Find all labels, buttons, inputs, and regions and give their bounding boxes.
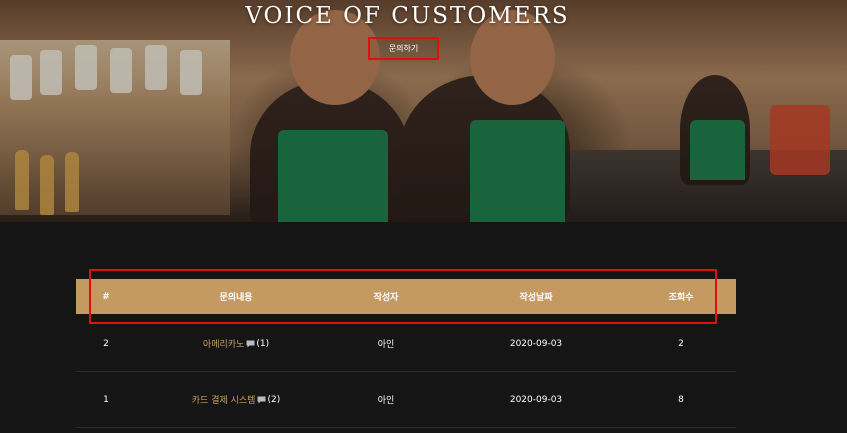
inquiry-button[interactable]: 문의하기 [368, 37, 439, 60]
row-title-cell: 아메리카노 (1) [176, 316, 296, 371]
header-title: 문의내용 [219, 293, 253, 303]
row-author: 아인 [377, 396, 395, 406]
row-number: 1 [103, 394, 109, 405]
row-author: 아인 [377, 340, 395, 350]
row-title-cell: 카드 결제 시스템 (2) [166, 372, 306, 427]
comment-icon [246, 340, 255, 348]
hero-overlay [0, 0, 847, 222]
row-date: 2020-09-03 [509, 338, 563, 349]
row-views: 2 [678, 338, 684, 349]
page-title: VOICE OF CUSTOMERS [245, 3, 570, 29]
comment-count: (2) [267, 394, 281, 405]
comment-icon [257, 396, 266, 404]
table-row: 1 카드 결제 시스템 (2) 아인 2020-09-03 8 [76, 372, 736, 428]
table-header: # 문의내용 작성자 작성날짜 조회수 [76, 279, 736, 314]
comment-count: (1) [256, 338, 270, 349]
row-title-link[interactable]: 아메리카노 [203, 337, 244, 350]
row-title-link[interactable]: 카드 결제 시스템 [192, 393, 256, 406]
header-date: 작성날짜 [519, 293, 553, 303]
row-date: 2020-09-03 [509, 394, 563, 405]
header-views: 조회수 [668, 293, 694, 303]
hero-banner [0, 0, 847, 222]
header-number: # [102, 291, 110, 302]
row-number: 2 [103, 338, 109, 349]
header-author: 작성자 [373, 293, 399, 303]
table-row: 2 아메리카노 (1) 아인 2020-09-03 2 [76, 316, 736, 372]
row-views: 8 [678, 394, 684, 405]
